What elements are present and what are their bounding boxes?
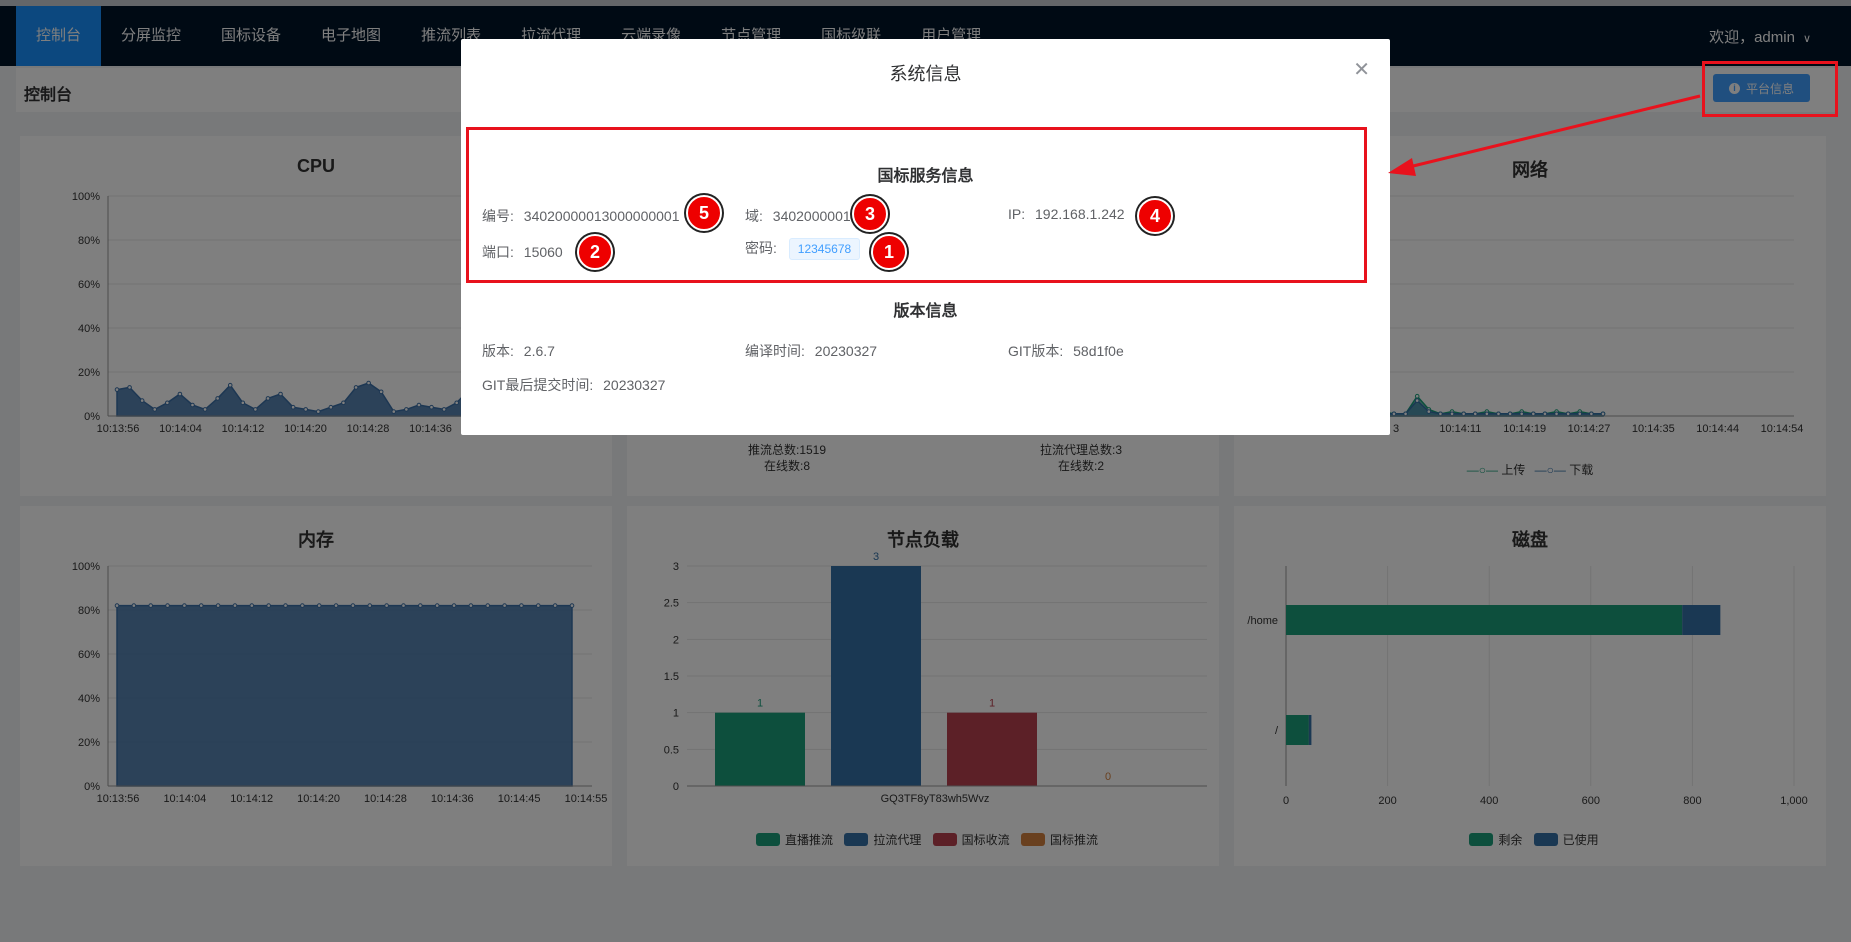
badge-4: 4: [1137, 198, 1173, 234]
git-commit-value: 20230327: [603, 377, 666, 393]
badge-5: 5: [686, 195, 722, 231]
platform-button-highlight: [1702, 61, 1838, 117]
git-commit-label: GIT最后提交时间:: [482, 377, 594, 393]
version-value: 2.6.7: [523, 343, 555, 359]
git-commit-field: GIT最后提交时间: 20230327: [482, 375, 665, 395]
build-time-field: 编译时间: 20230327: [745, 341, 877, 361]
badge-1: 1: [871, 234, 907, 270]
dialog-title: 系统信息: [889, 64, 962, 84]
git-version-label: GIT版本:: [1008, 343, 1064, 359]
git-version-field: GIT版本: 58d1f0e: [1008, 341, 1124, 361]
build-time-value: 20230327: [814, 343, 878, 359]
version-field: 版本: 2.6.7: [482, 341, 555, 361]
close-icon[interactable]: ✕: [1353, 57, 1370, 82]
version-section-title: 版本信息: [893, 303, 958, 320]
git-version-value: 58d1f0e: [1073, 343, 1124, 359]
build-time-label: 编译时间:: [745, 343, 805, 359]
version-label: 版本:: [482, 343, 514, 359]
badge-2: 2: [577, 234, 613, 270]
badge-3: 3: [852, 196, 888, 232]
